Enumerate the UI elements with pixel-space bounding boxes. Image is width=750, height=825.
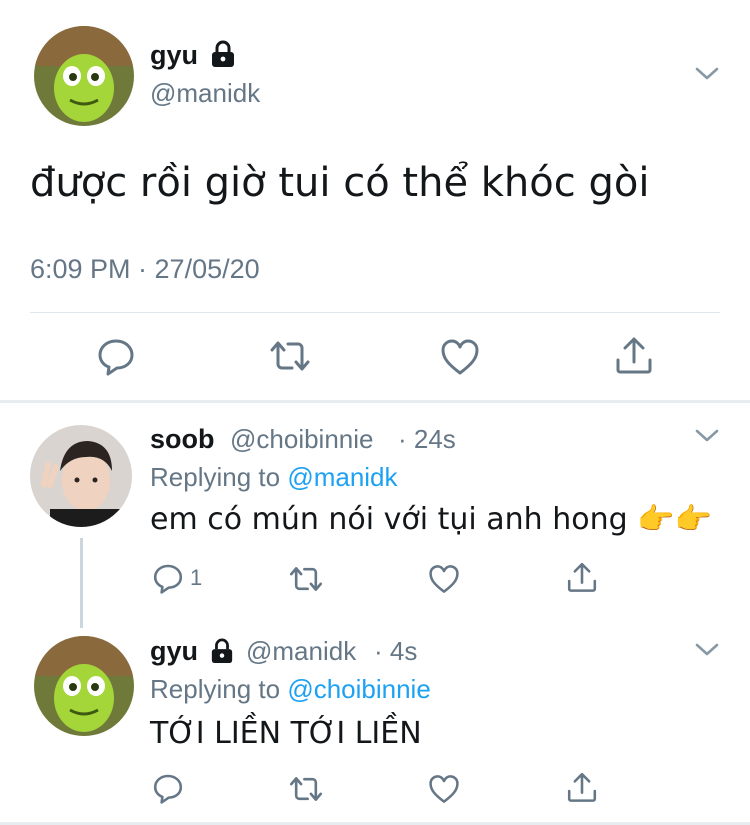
- share-icon: [616, 337, 652, 374]
- reply1-handle[interactable]: @choibinnie: [230, 424, 373, 455]
- avatar-image: [30, 425, 132, 527]
- chevron-down-icon[interactable]: [694, 66, 720, 82]
- like-icon: [429, 775, 459, 803]
- reply1-avatar[interactable]: [30, 425, 132, 527]
- reply2-avatar[interactable]: [34, 636, 134, 736]
- reply2-display-name[interactable]: gyu: [150, 636, 198, 667]
- reply2-reply-button[interactable]: [152, 772, 184, 804]
- reply2-text: TỚI LIỀN TỚI LIỀN: [150, 716, 422, 751]
- reply2-time[interactable]: · 4s: [374, 636, 417, 667]
- chevron-down-icon[interactable]: [694, 428, 720, 444]
- reply1-reply-button[interactable]: 1: [152, 562, 202, 594]
- retweet-icon: [289, 567, 323, 591]
- main-handle[interactable]: @manidk: [150, 78, 260, 109]
- thread-connector-line: [80, 538, 83, 628]
- replying-to-link[interactable]: @manidk: [287, 462, 397, 492]
- main-timestamp[interactable]: 6:09 PM · 27/05/20: [30, 254, 260, 285]
- reply1-replying-line: Replying to @manidk: [150, 462, 398, 493]
- reply1-retweet-button[interactable]: [288, 564, 324, 594]
- divider: [30, 312, 720, 313]
- main-reply-button[interactable]: [96, 336, 136, 376]
- retweet-icon: [289, 777, 323, 801]
- reply-icon: [153, 564, 183, 594]
- avatar-image: [34, 636, 134, 736]
- reply-icon: [153, 774, 183, 804]
- reply2-retweet-button[interactable]: [288, 774, 324, 804]
- reply1-text: em có mún nói với tụi anh hong: [150, 502, 628, 537]
- reply1-text-line: em có mún nói với tụi anh hong 👉👉: [150, 502, 712, 537]
- reply1-share-button[interactable]: [566, 560, 598, 594]
- reply2-like-button[interactable]: [428, 774, 460, 804]
- main-display-name[interactable]: gyu: [150, 40, 198, 71]
- like-icon: [441, 339, 479, 375]
- section-separator: [0, 400, 750, 403]
- reply2-share-button[interactable]: [566, 770, 598, 804]
- avatar-image: [34, 26, 134, 126]
- reply2-handle[interactable]: @manidk: [246, 636, 356, 667]
- main-tweet-text: được rồi giờ tui có thể khóc gòi: [30, 160, 650, 206]
- retweet-icon: [270, 341, 310, 371]
- reply1-like-button[interactable]: [428, 564, 460, 594]
- lock-icon: [211, 638, 233, 663]
- replying-prefix: Replying to: [150, 674, 281, 704]
- main-like-button[interactable]: [440, 338, 480, 376]
- chevron-down-icon[interactable]: [694, 642, 720, 658]
- reply2-replying-line: Replying to @choibinnie: [150, 674, 431, 705]
- reply1-display-name[interactable]: soob: [150, 424, 215, 455]
- reply-count: 1: [190, 565, 203, 590]
- main-retweet-button[interactable]: [268, 338, 312, 374]
- main-avatar[interactable]: [34, 26, 134, 126]
- share-icon: [567, 772, 597, 802]
- lock-icon: [212, 40, 234, 67]
- reply1-time[interactable]: · 24s: [398, 424, 456, 455]
- replying-to-link[interactable]: @choibinnie: [287, 674, 430, 704]
- reply-icon: [98, 339, 134, 376]
- like-icon: [429, 565, 459, 593]
- pointing-emoji: 👉👉: [637, 502, 712, 537]
- share-icon: [567, 562, 597, 592]
- replying-prefix: Replying to: [150, 462, 281, 492]
- main-share-button[interactable]: [614, 334, 654, 376]
